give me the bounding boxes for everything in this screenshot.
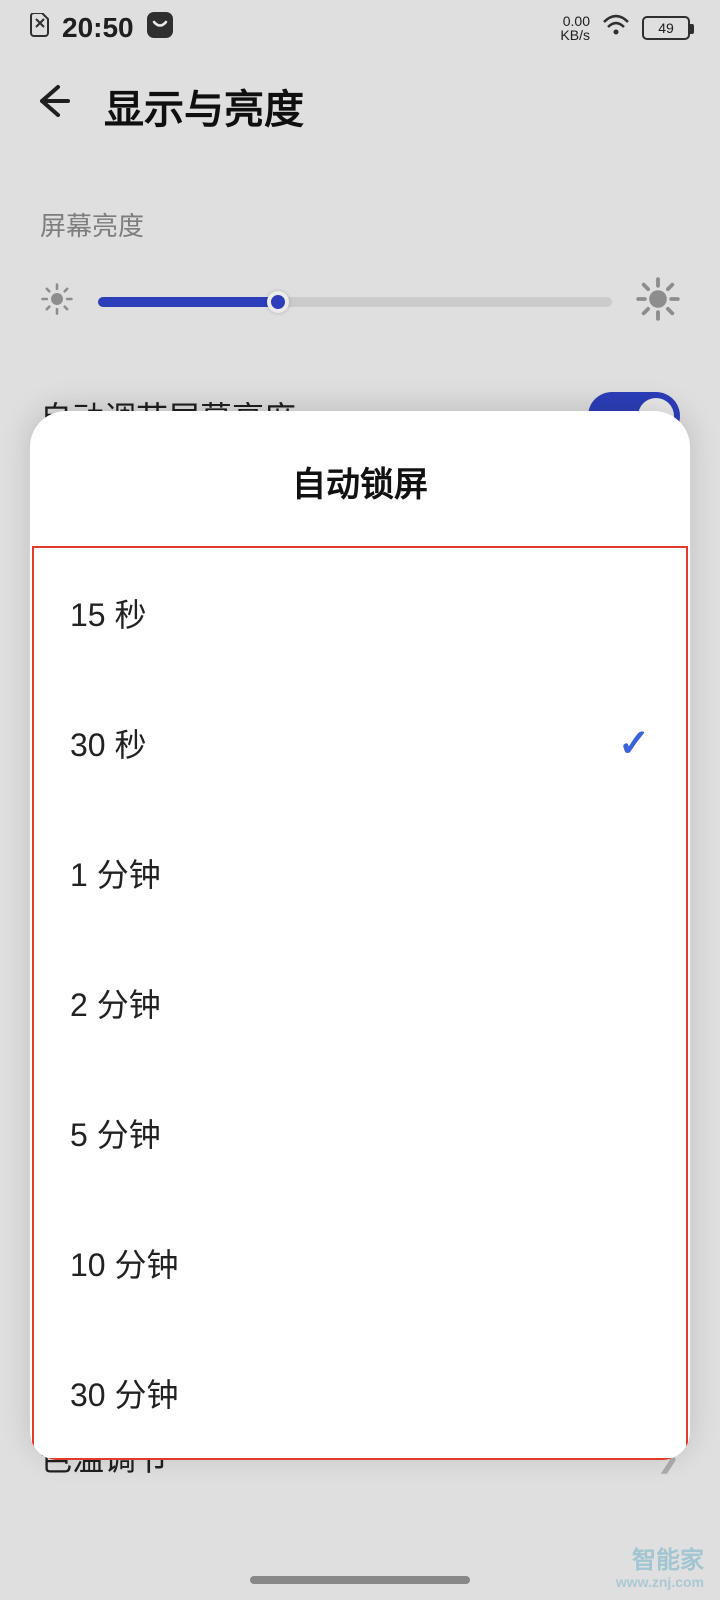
brightness-section-label: 屏幕亮度	[0, 156, 720, 267]
app-badge-icon	[146, 11, 174, 46]
auto-lock-sheet: 自动锁屏 15 秒 30 秒 ✓ 1 分钟 2 分钟 5 分钟 10 分钟 30…	[30, 411, 690, 1460]
sim-icon	[30, 13, 50, 44]
lock-option[interactable]: 1 分钟	[34, 808, 686, 938]
lock-option-label: 10 分钟	[70, 1240, 179, 1286]
watermark: 智能家 www.znj.com	[616, 1548, 704, 1590]
lock-option[interactable]: 10 分钟	[34, 1198, 686, 1328]
check-icon: ✓	[618, 721, 650, 766]
brightness-slider[interactable]	[98, 297, 612, 307]
lock-option[interactable]: 30 分钟	[34, 1328, 686, 1458]
lock-option[interactable]: 2 分钟	[34, 938, 686, 1068]
status-bar: 20:50 0.00 KB/s 49	[0, 0, 720, 56]
lock-option-label: 1 分钟	[70, 850, 161, 896]
brightness-low-icon	[40, 282, 74, 321]
gesture-bar[interactable]	[250, 1576, 470, 1584]
lock-option-label: 15 秒	[70, 590, 147, 636]
sheet-title: 自动锁屏	[30, 411, 690, 546]
wifi-icon	[602, 14, 630, 43]
lock-option[interactable]: 5 分钟	[34, 1068, 686, 1198]
brightness-high-icon	[636, 277, 680, 326]
status-time: 20:50	[62, 12, 134, 44]
lock-option-label: 5 分钟	[70, 1110, 161, 1156]
slider-thumb[interactable]	[267, 291, 289, 313]
battery-icon: 49	[642, 16, 690, 40]
brightness-slider-row	[0, 267, 720, 356]
lock-option-label: 2 分钟	[70, 980, 161, 1026]
back-icon[interactable]	[30, 79, 74, 133]
lock-option-label: 30 分钟	[70, 1370, 179, 1416]
sheet-options-list: 15 秒 30 秒 ✓ 1 分钟 2 分钟 5 分钟 10 分钟 30 分钟	[32, 546, 688, 1460]
lock-option[interactable]: 15 秒	[34, 548, 686, 678]
lock-option-label: 30 秒	[70, 720, 147, 766]
page-header: 显示与亮度	[0, 56, 720, 156]
network-speed: 0.00 KB/s	[560, 14, 590, 42]
lock-option[interactable]: 30 秒 ✓	[34, 678, 686, 808]
page-title: 显示与亮度	[104, 77, 304, 135]
